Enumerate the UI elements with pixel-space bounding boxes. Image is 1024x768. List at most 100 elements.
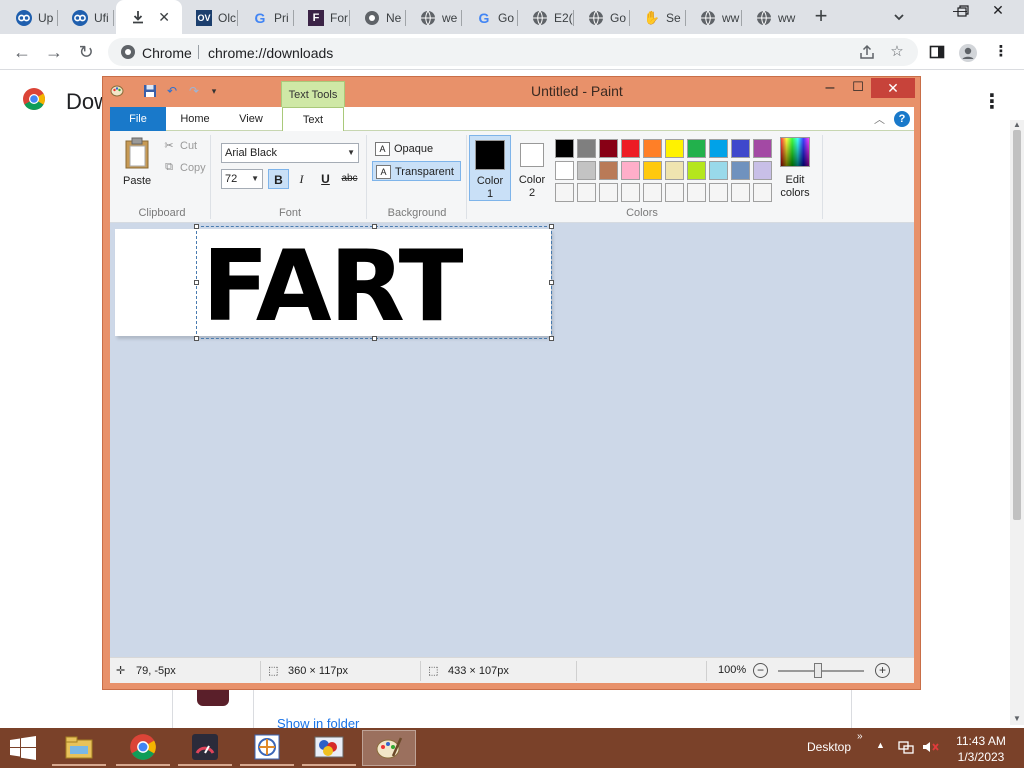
palette-swatch[interactable] bbox=[687, 139, 706, 158]
text-selection-box[interactable] bbox=[194, 224, 554, 341]
resize-handle[interactable] bbox=[194, 224, 199, 229]
palette-swatch[interactable] bbox=[643, 161, 662, 180]
browser-menu-icon[interactable]: ⋮ bbox=[992, 43, 1010, 61]
tab-2[interactable]: Ufi bbox=[58, 4, 114, 32]
toolbar-overflow-icon[interactable]: » bbox=[857, 731, 863, 742]
palette-swatch[interactable] bbox=[555, 139, 574, 158]
redo-icon[interactable]: ↷ bbox=[187, 84, 201, 98]
palette-swatch[interactable] bbox=[731, 183, 750, 202]
palette-swatch[interactable] bbox=[599, 139, 618, 158]
palette-swatch[interactable] bbox=[709, 161, 728, 180]
palette-swatch[interactable] bbox=[753, 139, 772, 158]
bookmark-star-icon[interactable]: ☆ bbox=[888, 43, 906, 61]
tab-file[interactable]: File bbox=[110, 107, 166, 131]
taskbar-network-app[interactable] bbox=[240, 730, 294, 766]
palette-swatch[interactable] bbox=[621, 183, 640, 202]
side-panel-icon[interactable] bbox=[928, 43, 946, 61]
edit-colors-button[interactable] bbox=[780, 137, 810, 167]
tab-downloads[interactable]: ✕ bbox=[116, 0, 182, 34]
tab-11[interactable]: ✋ Se bbox=[630, 4, 686, 32]
tray-expand-icon[interactable]: ▲ bbox=[876, 740, 885, 750]
tab-view[interactable]: View bbox=[226, 107, 276, 131]
tab-home[interactable]: Home bbox=[170, 107, 220, 131]
zoom-out-icon[interactable]: − bbox=[753, 663, 768, 678]
system-clock[interactable]: 11:43 AM 1/3/2023 bbox=[952, 733, 1010, 765]
underline-button[interactable]: U bbox=[315, 169, 336, 189]
color2-button[interactable] bbox=[520, 143, 544, 167]
italic-button[interactable]: I bbox=[291, 169, 312, 189]
help-icon[interactable]: ? bbox=[894, 111, 910, 127]
palette-swatch[interactable] bbox=[731, 161, 750, 180]
strikethrough-button[interactable]: abc bbox=[339, 169, 360, 189]
palette-swatch[interactable] bbox=[665, 139, 684, 158]
tab-1[interactable]: Up bbox=[2, 4, 58, 32]
palette-swatch[interactable] bbox=[753, 183, 772, 202]
zoom-in-icon[interactable]: + bbox=[875, 663, 890, 678]
color1-button[interactable]: Color 1 bbox=[469, 135, 511, 201]
tab-text[interactable]: Text bbox=[282, 107, 344, 132]
taskbar-file-explorer[interactable] bbox=[52, 730, 106, 766]
save-icon[interactable] bbox=[143, 84, 157, 98]
tab-5[interactable]: F For bbox=[294, 4, 350, 32]
share-icon[interactable] bbox=[858, 43, 876, 61]
palette-swatch[interactable] bbox=[577, 139, 596, 158]
palette-swatch[interactable] bbox=[621, 161, 640, 180]
new-tab-button[interactable]: + bbox=[811, 5, 831, 27]
tab-3[interactable]: OV Olc bbox=[182, 4, 238, 32]
palette-swatch[interactable] bbox=[621, 139, 640, 158]
palette-swatch[interactable] bbox=[687, 183, 706, 202]
taskbar-chrome[interactable] bbox=[116, 730, 170, 766]
resize-handle[interactable] bbox=[549, 224, 554, 229]
desktop-toolbar-label[interactable]: Desktop bbox=[807, 740, 851, 754]
tab-10[interactable]: Go bbox=[574, 4, 630, 32]
resize-handle[interactable] bbox=[549, 280, 554, 285]
restore-icon[interactable] bbox=[950, 2, 974, 22]
forward-icon[interactable]: → bbox=[44, 42, 64, 62]
paint-app-icon[interactable] bbox=[110, 84, 124, 98]
tab-4[interactable]: G Pri bbox=[238, 4, 294, 32]
reload-icon[interactable]: ↻ bbox=[76, 42, 96, 62]
tab-9[interactable]: E2( bbox=[518, 4, 574, 32]
volume-muted-icon[interactable] bbox=[922, 740, 940, 757]
taskbar-speedometer-app[interactable] bbox=[178, 730, 232, 766]
back-icon[interactable]: ← bbox=[12, 42, 32, 62]
canvas-area[interactable]: FART bbox=[110, 223, 914, 657]
paint-close-icon[interactable]: ✕ bbox=[871, 78, 915, 98]
palette-swatch[interactable] bbox=[753, 161, 772, 180]
palette-swatch[interactable] bbox=[599, 161, 618, 180]
resize-handle[interactable] bbox=[549, 336, 554, 341]
taskbar-color-app[interactable] bbox=[302, 730, 356, 766]
paint-minimize-icon[interactable]: – bbox=[821, 79, 839, 97]
palette-swatch[interactable] bbox=[577, 161, 596, 180]
palette-swatch[interactable] bbox=[599, 183, 618, 202]
address-bar[interactable]: Chrome chrome://downloads bbox=[108, 38, 918, 66]
clipboard-paste-icon[interactable] bbox=[124, 137, 150, 169]
scroll-up-icon[interactable]: ▲ bbox=[1013, 120, 1021, 129]
tab-13[interactable]: ww bbox=[742, 4, 798, 32]
opaque-button[interactable]: A Opaque bbox=[372, 139, 439, 159]
close-window-icon[interactable]: ✕ bbox=[986, 2, 1010, 22]
scroll-down-icon[interactable]: ▼ bbox=[1013, 714, 1021, 723]
cut-button[interactable]: ✂ Cut bbox=[162, 139, 197, 153]
palette-swatch[interactable] bbox=[643, 183, 662, 202]
tab-8[interactable]: G Go bbox=[462, 4, 518, 32]
palette-swatch[interactable] bbox=[731, 139, 750, 158]
palette-swatch[interactable] bbox=[577, 183, 596, 202]
transparent-button[interactable]: A Transparent bbox=[372, 161, 461, 181]
bold-button[interactable]: B bbox=[268, 169, 289, 189]
tab-12[interactable]: ww bbox=[686, 4, 742, 32]
page-scrollbar[interactable]: ▲ ▼ bbox=[1010, 120, 1024, 725]
minimize-ribbon-icon[interactable]: ︿ bbox=[874, 111, 885, 127]
resize-handle[interactable] bbox=[372, 336, 377, 341]
resize-handle[interactable] bbox=[194, 336, 199, 341]
network-icon[interactable] bbox=[898, 740, 914, 757]
copy-button[interactable]: ⧉ Copy bbox=[162, 161, 206, 174]
palette-swatch[interactable] bbox=[643, 139, 662, 158]
undo-icon[interactable]: ↶ bbox=[165, 84, 179, 98]
paint-maximize-icon[interactable]: ☐ bbox=[849, 79, 867, 95]
font-family-select[interactable]: Arial Black ▼ bbox=[221, 143, 359, 163]
palette-swatch[interactable] bbox=[665, 161, 684, 180]
tab-search-chevron-icon[interactable] bbox=[890, 8, 908, 26]
profile-avatar-icon[interactable] bbox=[958, 43, 977, 62]
font-size-select[interactable]: 72 ▼ bbox=[221, 169, 263, 189]
